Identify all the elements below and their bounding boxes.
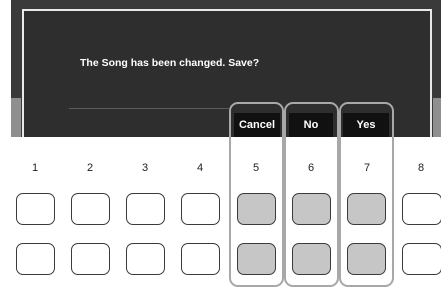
dialog-message: The Song has been changed. Save?	[80, 57, 260, 69]
column-number-3: 3	[141, 162, 149, 174]
button-8-lower[interactable]	[402, 243, 441, 275]
button-3-lower[interactable]	[126, 243, 165, 275]
column-number-7: 7	[363, 162, 371, 174]
column-number-8: 8	[417, 162, 425, 174]
button-8-upper[interactable]	[402, 193, 441, 225]
button-6-lower[interactable]	[292, 243, 331, 275]
button-3-upper[interactable]	[126, 193, 165, 225]
column-number-5: 5	[252, 162, 260, 174]
button-2-upper[interactable]	[71, 193, 110, 225]
column-number-1: 1	[31, 162, 39, 174]
dialog-divider	[69, 108, 229, 109]
button-5-lower[interactable]	[237, 243, 276, 275]
column-number-6: 6	[307, 162, 315, 174]
button-5-upper[interactable]	[237, 193, 276, 225]
button-4-upper[interactable]	[181, 193, 220, 225]
screen-side-tab-right	[433, 98, 441, 137]
screen-side-tab-left	[11, 98, 21, 137]
column-number-2: 2	[86, 162, 94, 174]
column-number-4: 4	[196, 162, 204, 174]
button-6-upper[interactable]	[292, 193, 331, 225]
button-4-lower[interactable]	[181, 243, 220, 275]
button-7-upper[interactable]	[347, 193, 386, 225]
button-7-lower[interactable]	[347, 243, 386, 275]
button-2-lower[interactable]	[71, 243, 110, 275]
button-1-upper[interactable]	[16, 193, 55, 225]
button-1-lower[interactable]	[16, 243, 55, 275]
